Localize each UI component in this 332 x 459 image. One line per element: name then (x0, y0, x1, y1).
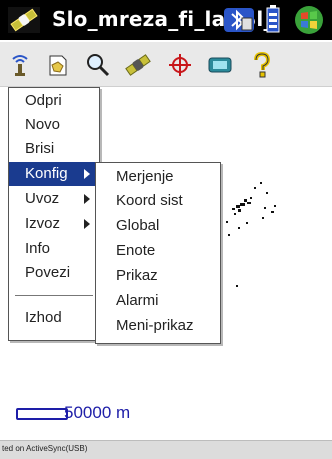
start-logo-icon[interactable] (292, 4, 326, 36)
menu-item-label: Brisi (25, 140, 55, 157)
konfig-submenu: Merjenje Koord sist Global Enote Prikaz … (95, 162, 221, 344)
map-points (226, 182, 276, 287)
menu-item-label: Konfig (25, 165, 68, 182)
menu-item-label: Novo (25, 116, 61, 133)
crosshair-icon (169, 54, 191, 76)
help-icon (254, 52, 271, 78)
menu-item-konfig[interactable]: Konfig (9, 162, 99, 186)
submenu-arrow-icon (84, 194, 90, 204)
help-button[interactable] (248, 51, 276, 79)
submenu-item-koord-sist[interactable]: Koord sist (116, 192, 183, 209)
menu-item-izhod[interactable]: Izhod (9, 306, 99, 330)
toolbar (0, 42, 332, 87)
menu-item-label: Izhod (25, 309, 62, 326)
submenu-arrow-icon (84, 219, 90, 229)
menu-item-novo[interactable]: Novo (9, 113, 99, 137)
open-map-button[interactable] (44, 51, 72, 79)
antenna-icon (12, 55, 28, 76)
menu-item-brisi[interactable]: Brisi (9, 137, 99, 161)
crosshair-button[interactable] (166, 51, 194, 79)
scale-label: 50000 m (64, 403, 131, 422)
device-button[interactable] (206, 51, 234, 79)
menu-item-label: Povezi (25, 264, 71, 281)
submenu-item-global[interactable]: Global (116, 217, 159, 234)
menu-item-odpri[interactable]: Odpri (9, 89, 99, 113)
menu-separator (15, 295, 93, 296)
menu-item-label: Info (25, 240, 51, 257)
menu-item-povezi[interactable]: Povezi (9, 261, 99, 285)
menu-item-uvoz[interactable]: Uvoz (9, 187, 99, 211)
main-menu: Odpri Novo Brisi Konfig Uvoz Izvoz Info … (8, 87, 100, 341)
open-map-icon (49, 55, 67, 76)
submenu-item-prikaz[interactable]: Prikaz (116, 267, 158, 284)
menu-item-label: Odpri (25, 92, 62, 109)
device-icon (208, 57, 232, 73)
bluetooth-icon[interactable] (222, 4, 256, 36)
satellite-app-icon[interactable] (6, 5, 42, 35)
scale-bar (16, 408, 68, 420)
menu-item-label: Izvoz (25, 215, 61, 232)
search-button[interactable] (84, 51, 112, 79)
menu-item-izvoz[interactable]: Izvoz (9, 212, 99, 236)
submenu-item-alarmi[interactable]: Alarmi (116, 292, 159, 309)
menu-item-info[interactable]: Info (9, 237, 99, 261)
status-text: ted on ActiveSync(USB) (2, 444, 88, 453)
title-bar: Slo_mreza_fi_la [Sl_ (0, 0, 332, 40)
satellite-button[interactable] (124, 51, 152, 79)
search-icon (87, 54, 110, 77)
battery-icon[interactable] (262, 4, 284, 36)
menu-item-label: Uvoz (25, 190, 60, 207)
submenu-item-enote[interactable]: Enote (116, 242, 155, 259)
status-bar: ted on ActiveSync(USB) (0, 440, 332, 459)
submenu-item-meni-prikaz[interactable]: Meni-prikaz (116, 317, 194, 334)
satellite-icon (125, 54, 151, 76)
submenu-arrow-icon (84, 169, 90, 179)
antenna-button[interactable] (6, 51, 34, 79)
submenu-item-merjenje[interactable]: Merjenje (116, 168, 174, 185)
